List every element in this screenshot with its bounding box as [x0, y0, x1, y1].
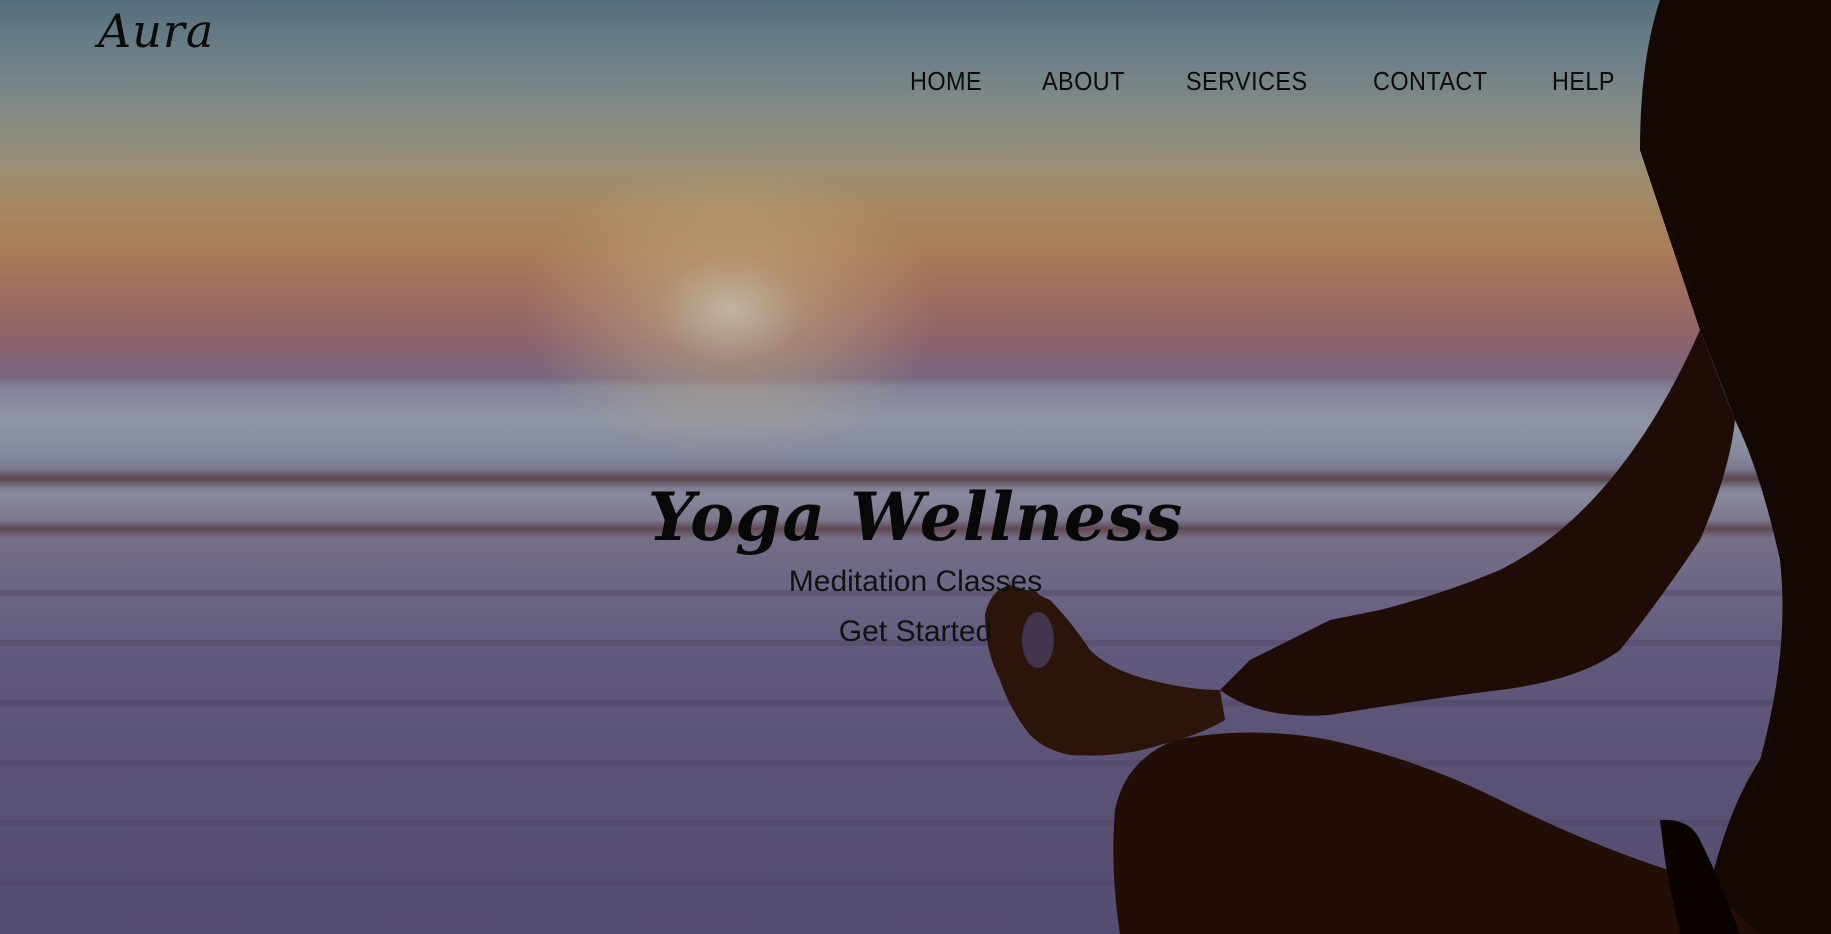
site-logo[interactable]: Aura — [98, 4, 214, 58]
nav-item-services[interactable]: SERVICES — [1186, 66, 1308, 97]
hero-title: Yoga Wellness — [647, 478, 1184, 556]
hero-dark-overlay — [0, 0, 1831, 934]
landing-page: Aura HOME ABOUT SERVICES CONTACT HELP Yo… — [0, 0, 1831, 934]
get-started-link[interactable]: Get Started — [839, 612, 992, 652]
nav-item-home[interactable]: HOME — [910, 66, 982, 97]
nav-item-contact[interactable]: CONTACT — [1373, 66, 1488, 97]
hero-content: Yoga Wellness Meditation Classes Get Sta… — [0, 472, 1831, 652]
nav-item-help[interactable]: HELP — [1552, 66, 1615, 97]
hero-subtitle: Meditation Classes — [788, 565, 1043, 598]
main-navigation: HOME ABOUT SERVICES CONTACT HELP — [910, 66, 1622, 97]
nav-item-about[interactable]: ABOUT — [1042, 66, 1125, 97]
